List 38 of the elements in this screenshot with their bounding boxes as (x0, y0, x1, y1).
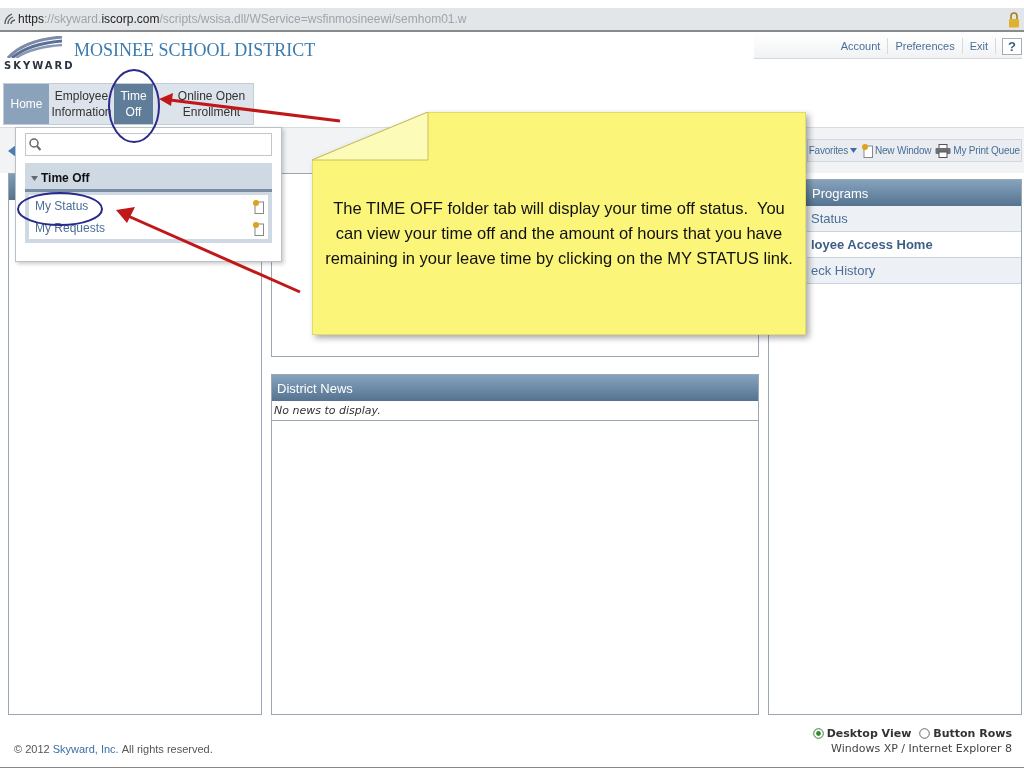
program-item[interactable]: eck History (807, 258, 1021, 284)
menu-item[interactable]: My Status (35, 199, 89, 213)
company-link[interactable]: Skyward, Inc. (52, 743, 119, 755)
toolbar-link[interactable]: New Window (874, 145, 932, 156)
search-icon (29, 138, 41, 151)
panel-title: District News (272, 375, 758, 401)
radio-button[interactable] (919, 728, 931, 739)
radio-button[interactable] (812, 728, 824, 739)
printer-icon (935, 143, 952, 158)
header-link[interactable]: Preferences (888, 38, 963, 54)
menu-item[interactable]: My Requests (35, 221, 106, 235)
district-name: MOSINEE SCHOOL DISTRICT (74, 40, 316, 61)
help-link[interactable]: ? (1002, 37, 1022, 55)
nav-tab[interactable]: Time Off (114, 84, 153, 124)
logo-swoosh-icon (4, 36, 62, 58)
nav-tab[interactable]: Online Open Enrollment (153, 84, 253, 124)
search-field[interactable] (25, 133, 272, 156)
lock-icon (1008, 10, 1020, 28)
program-item[interactable]: Status (807, 206, 1021, 232)
page-icon (4, 13, 16, 25)
logo-text: SKYWARD (4, 59, 76, 73)
new-window-icon (252, 198, 264, 214)
new-window-icon (860, 143, 873, 158)
rights-text: All rights reserved. (121, 743, 213, 755)
copyright-text: © 2012 (14, 743, 50, 755)
caret-icon (849, 148, 857, 153)
menu-group-label: Time Off (41, 171, 90, 185)
header-link[interactable]: Exit (962, 38, 997, 54)
new-window-icon (252, 220, 264, 236)
toolbar-link[interactable]: Favorites (808, 145, 848, 156)
news-message: No news to display. (272, 401, 758, 421)
radio-label[interactable]: Desktop View (826, 727, 912, 740)
expanded-icon (31, 174, 38, 182)
browser-info: Windows XP / Internet Explorer 8 (831, 742, 1012, 755)
header-link[interactable]: Account (833, 38, 889, 54)
toolbar-link[interactable]: My Print Queue (953, 145, 1020, 156)
menu-group-header[interactable]: Time Off (25, 167, 272, 192)
radio-label[interactable]: Button Rows (933, 727, 1012, 740)
